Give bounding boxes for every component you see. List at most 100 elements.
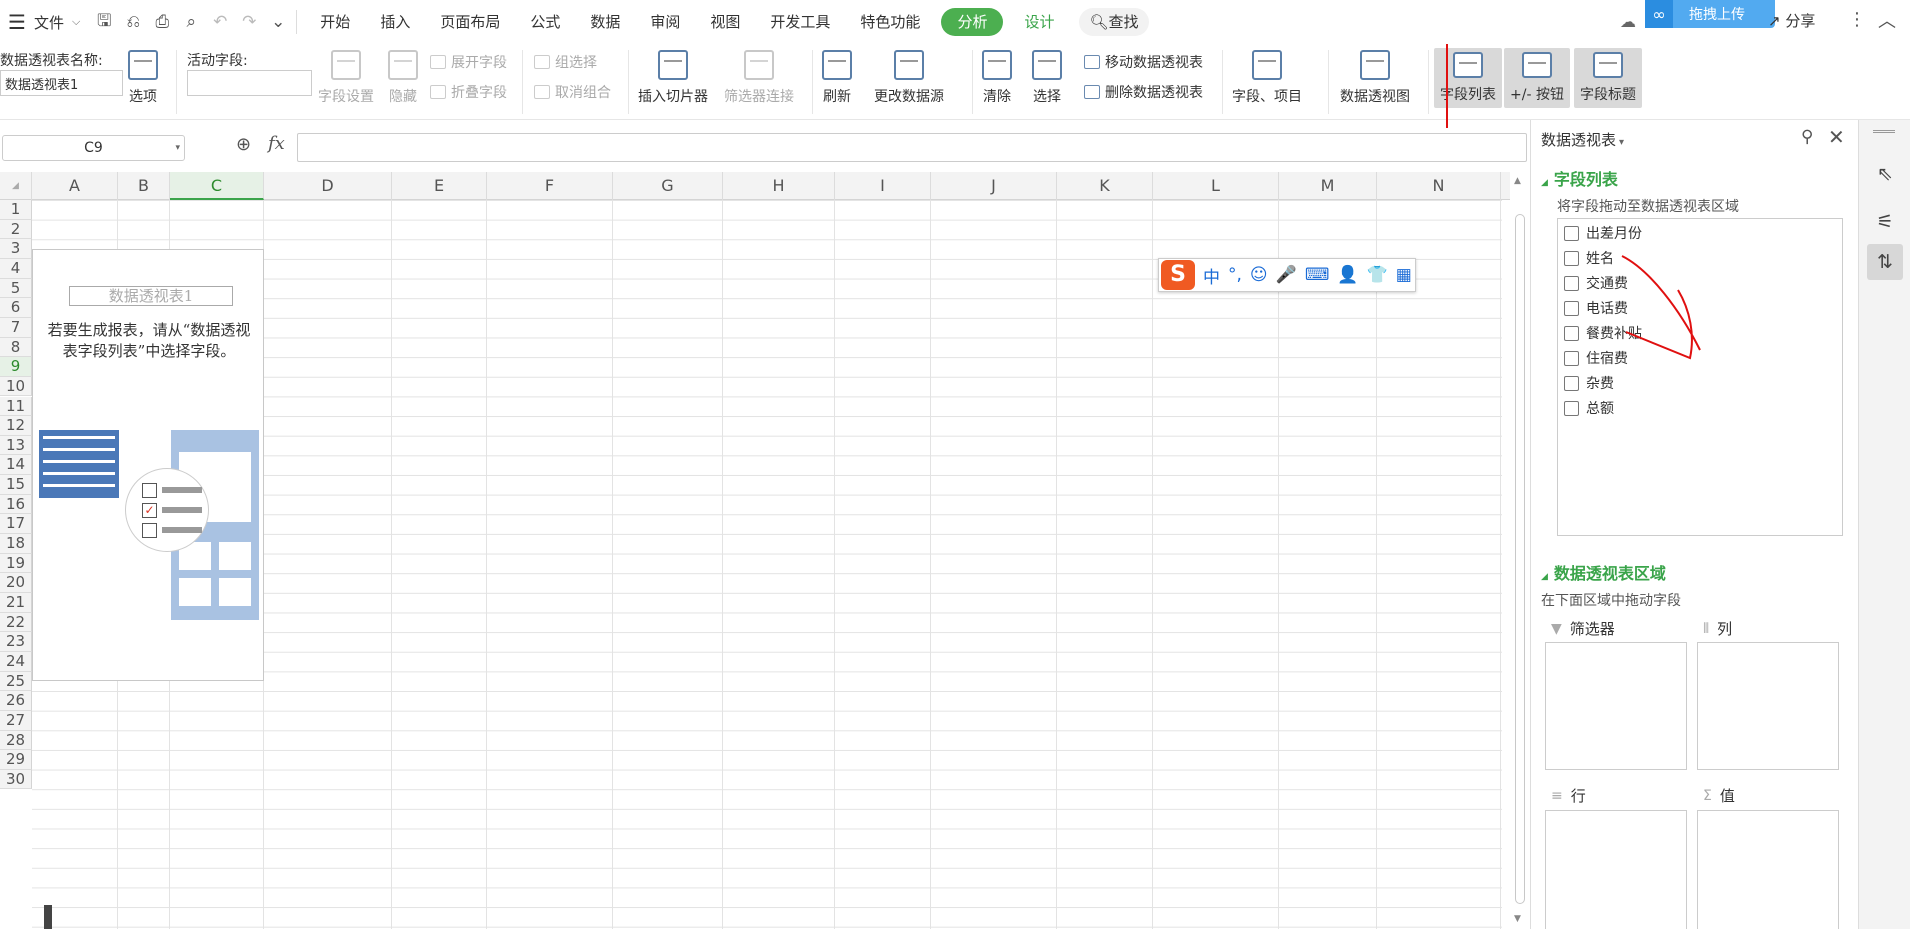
group-select-button[interactable]: 组选择 [534,52,597,72]
select-pointer-icon[interactable]: ⇖ [1867,156,1903,192]
field-checkbox[interactable] [1564,225,1579,241]
row-header-5[interactable]: 5 [0,278,32,299]
settings-sliders-icon[interactable]: ⚟ [1867,204,1903,240]
field-checkbox[interactable] [1564,400,1579,416]
row-header-25[interactable]: 25 [0,671,32,692]
select-button[interactable]: 选择 [1032,50,1062,106]
pin-icon[interactable]: ⚲ [1801,127,1813,147]
tab-view[interactable]: 视图 [695,0,755,44]
ime-emoji-icon[interactable]: ☺ [1250,265,1268,285]
share-button[interactable]: ↗ 分享 [1768,10,1815,31]
area-section-title[interactable]: ◢ 数据透视表区域 [1541,560,1666,584]
print-preview-icon[interactable]: ⌕ [181,12,201,32]
row-header-24[interactable]: 24 [0,651,32,672]
insert-slicer-button[interactable]: 插入切片器 [638,50,708,106]
row-header-1[interactable]: 1 [0,200,32,220]
field-item[interactable]: 姓名 [1564,248,1614,268]
ime-user-icon[interactable]: 👤 [1337,265,1358,285]
column-header-k[interactable]: K [1057,172,1153,200]
field-checkbox[interactable] [1564,275,1579,291]
field-item[interactable]: 杂费 [1564,373,1614,393]
filter-connection-button[interactable]: 筛选器连接 [724,50,794,106]
field-checkbox[interactable] [1564,350,1579,366]
row-header-4[interactable]: 4 [0,258,32,279]
filter-drop-zone[interactable] [1545,642,1687,770]
options-button[interactable]: 选项 [128,50,158,106]
refresh-button[interactable]: 刷新 [822,50,852,106]
column-header-h[interactable]: H [723,172,835,200]
delete-pivot-button[interactable]: 删除数据透视表 [1084,82,1203,102]
column-header-g[interactable]: G [613,172,723,200]
pivot-name-input[interactable]: 数据透视表1 [0,70,123,96]
undo-icon[interactable]: ↶ [210,12,230,32]
print-icon[interactable]: ⎙ [152,12,172,32]
formula-input[interactable] [297,133,1527,162]
more-icon[interactable]: ⋮ [1848,9,1866,30]
row-header-26[interactable]: 26 [0,691,32,711]
field-list-section-title[interactable]: ◢ 字段列表 [1541,166,1618,190]
tab-features[interactable]: 特色功能 [845,0,935,44]
ime-skin-icon[interactable]: 👕 [1367,265,1388,285]
column-header-j[interactable]: J [931,172,1057,200]
column-drop-zone[interactable] [1697,642,1839,770]
ime-punct-icon[interactable]: °, [1228,265,1242,285]
column-header-l[interactable]: L [1153,172,1279,200]
row-header-8[interactable]: 8 [0,337,32,358]
ime-chinese-icon[interactable]: 中 [1203,263,1220,288]
column-header-a[interactable]: A [32,172,118,200]
row-header-29[interactable]: 29 [0,750,32,770]
move-pivot-button[interactable]: 移动数据透视表 [1084,52,1203,72]
scroll-up-icon[interactable]: ▲ [1514,176,1521,186]
ungroup-button[interactable]: 取消组合 [534,82,611,102]
ime-voice-icon[interactable]: 🎤 [1276,265,1297,285]
row-header-19[interactable]: 19 [0,553,32,574]
column-header-i[interactable]: I [835,172,931,200]
ime-keyboard-icon[interactable]: ⌨ [1305,265,1330,285]
column-header-c[interactable]: C [170,172,264,200]
field-settings-button[interactable]: 字段设置 [318,50,374,106]
pivot-chart-button[interactable]: 数据透视图 [1340,50,1410,106]
customize-icon[interactable]: ⌄ [268,12,288,32]
column-header-d[interactable]: D [264,172,392,200]
row-header-23[interactable]: 23 [0,632,32,652]
collapse-ribbon-icon[interactable]: ︿ [1878,7,1896,33]
row-header-11[interactable]: 11 [0,396,32,417]
pivot-pane-icon[interactable]: ⇅ [1867,244,1903,280]
change-source-button[interactable]: 更改数据源 [874,50,944,106]
hide-button[interactable]: 隐藏 [388,50,418,106]
field-item[interactable]: 总额 [1564,398,1614,418]
tab-formula[interactable]: 公式 [515,0,575,44]
field-item[interactable]: 住宿费 [1564,348,1628,368]
field-checkbox[interactable] [1564,325,1579,341]
tab-page-layout[interactable]: 页面布局 [425,0,515,44]
fields-items-button[interactable]: 字段、项目 [1232,50,1302,106]
tab-analyze[interactable]: 分析 [941,8,1004,36]
column-header-m[interactable]: M [1279,172,1377,200]
tab-insert[interactable]: 插入 [365,0,425,44]
row-header-21[interactable]: 21 [0,593,32,613]
field-item[interactable]: 出差月份 [1564,223,1642,243]
row-header-30[interactable]: 30 [0,769,32,790]
row-drop-zone[interactable] [1545,810,1687,929]
row-header-6[interactable]: 6 [0,298,32,318]
scroll-down-icon[interactable]: ▼ [1514,914,1521,924]
clear-button[interactable]: 清除 [982,50,1012,106]
row-header-3[interactable]: 3 [0,239,32,259]
row-header-7[interactable]: 7 [0,317,32,338]
column-header-e[interactable]: E [392,172,487,200]
tab-home[interactable]: 开始 [305,0,365,44]
pane-title[interactable]: 数据透视表 ▾ [1541,129,1624,150]
tab-design[interactable]: 设计 [1009,0,1069,44]
field-item[interactable]: 交通费 [1564,273,1628,293]
select-all-corner[interactable]: ◢ [0,172,32,200]
name-box[interactable]: C9 ▾ [2,135,185,161]
active-field-input[interactable] [187,70,312,96]
close-icon[interactable]: ✕ [1828,125,1845,149]
field-item[interactable]: 电话费 [1564,298,1628,318]
field-item[interactable]: 餐费补贴 [1564,323,1642,343]
save-icon[interactable]: 🖫 [94,8,114,37]
cloud-icon[interactable]: ☁ [1620,12,1636,31]
field-list-toggle[interactable]: 字段列表 [1434,48,1502,108]
row-header-20[interactable]: 20 [0,573,32,593]
field-checkbox[interactable] [1564,250,1579,266]
